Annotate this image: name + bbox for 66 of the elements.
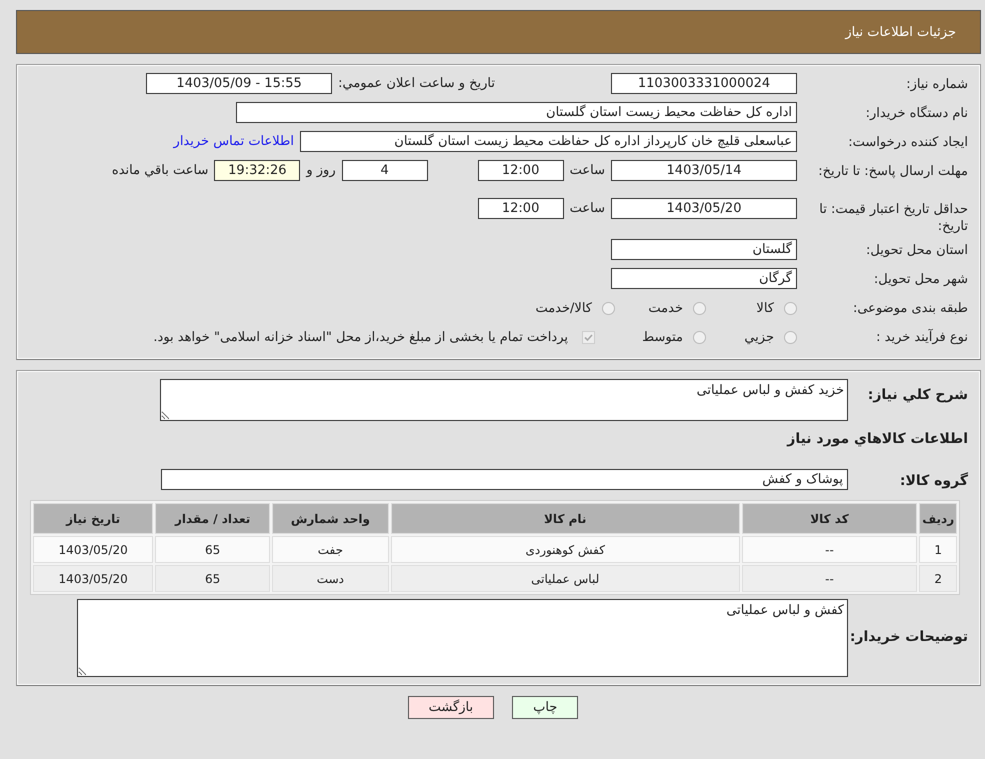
field-label: تاریخ و ساعت اعلان عمومي: [338,75,495,91]
field-label: شماره نیاز: [905,76,968,93]
print-button[interactable]: چاپ [512,696,578,719]
radio-button[interactable] [693,302,706,315]
notes-field[interactable]: کفش و لباس عملیاتی [77,599,848,677]
time-field[interactable]: 12:00 [478,160,564,181]
field-label: طبقه بندی موضوعی: [852,300,968,317]
field-label: ساعت [570,200,605,216]
page-title: جزئیات اطلاعات نیاز [845,24,956,40]
requester-field[interactable]: عباسعلی قلیچ خان کارپرداز اداره کل حفاظت محیط زیست استان گلستان [300,131,797,152]
radio-button[interactable] [784,331,797,344]
option-label: جزيي [744,330,774,345]
table-cell: 2 [919,565,957,592]
description-field[interactable]: خزید کفش و لباس عملیاتی [160,379,848,421]
table-cell: -- [742,536,918,563]
field-label: مهلت ارسال پاسخ: تا تاریخ: [817,163,968,180]
field-label: شهر محل تحویل: [872,271,968,288]
field-label: توضیحات خریدار: [848,628,968,646]
radio-button[interactable] [693,331,706,344]
remaining-time-field[interactable]: 19:32:26 [214,160,300,181]
column-header: رديف [919,503,957,534]
days-field[interactable]: 4 [342,160,428,181]
table-cell: کفش کوهنوردی [390,536,740,563]
table-cell: 1 [919,536,957,563]
table-cell: -- [742,565,918,592]
date-field[interactable]: 1403/05/09 - 15:55 [146,73,332,94]
field-label: ساعت [570,162,605,178]
field-label: شرح كلي نیاز: [866,386,968,404]
table-cell: 65 [155,536,270,563]
option-label: خدمت [648,301,683,316]
table-cell: جفت [272,536,389,563]
field-label: استان محل تحویل: [865,242,968,259]
buyer-field[interactable]: اداره کل حفاظت محیط زیست استان گلستان [236,102,797,123]
field-label: حداقل تاریخ اعتبار قیمت: تا تاریخ: [818,201,968,235]
need-number-field[interactable]: 1103003331000024 [611,73,797,94]
back-button[interactable]: بازگشت [408,696,494,719]
table-cell: لباس عملیاتی [390,565,740,592]
option-label: کالا [756,301,774,316]
column-header: نام کالا [390,503,740,534]
product-group-field[interactable]: پوشاک و کفش [161,469,848,490]
radio-button[interactable] [602,302,615,315]
date-field[interactable]: 1403/05/20 [611,198,797,219]
section-heading: اطلاعات كالاهاي مورد نیاز [786,430,968,449]
option-label: کالا/خدمت [535,301,592,316]
field-label: ایجاد کننده درخواست: [847,134,968,151]
column-header: تعداد / مقدار [155,503,270,534]
column-header: کد کالا [742,503,918,534]
city-field[interactable]: گرگان [611,268,797,289]
date-field[interactable]: 1403/05/14 [611,160,797,181]
province-field[interactable]: گلستان [611,239,797,260]
time-field[interactable]: 12:00 [478,198,564,219]
radio-button[interactable] [784,302,797,315]
field-label: نوع فرآیند خرید : [875,328,968,346]
table-cell: 65 [155,565,270,592]
payment-note: پرداخت تمام یا بخشی از مبلغ خرید،از محل "اسناد خزانه اسلامی" خواهد بود. [153,330,568,345]
field-label: روز و [306,162,336,178]
field-label: گروه کالا: [898,471,968,490]
contact-link[interactable]: اطلاعات تماس خریدار [174,131,294,149]
table-cell: 1403/05/20 [33,536,154,563]
table-cell: دست [272,565,389,592]
option-label: متوسط [642,330,683,345]
column-header: تاریخ نیاز [33,503,154,534]
field-label: ساعت باقي مانده [112,162,208,178]
field-label: نام دستگاه خریدار: [864,104,968,122]
table-cell: 1403/05/20 [33,565,154,592]
column-header: واحد شمارش [272,503,389,534]
